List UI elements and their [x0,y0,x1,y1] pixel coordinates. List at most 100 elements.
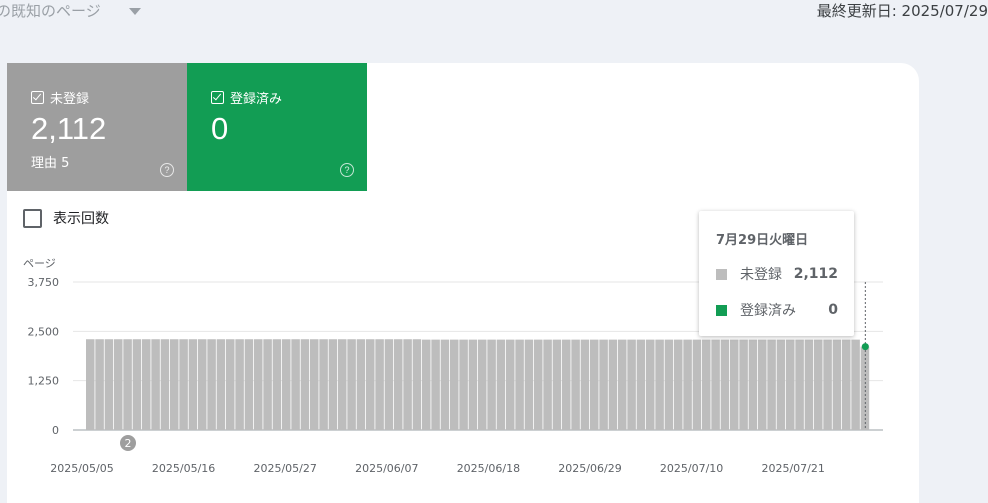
chart-bar [263,339,272,430]
chart-bar [655,339,664,430]
y-tick-label: 2,500 [28,325,60,338]
chart-bar [160,339,170,430]
chart-bar [599,339,608,430]
chart-bar [795,339,804,430]
chart-bar [338,339,347,430]
chart-bar [272,339,282,430]
chart-bar [95,339,104,430]
chart-bar [646,339,655,430]
chart-bar [170,339,179,430]
chart-bar [534,339,543,430]
chart-bar [459,339,468,430]
chart-bar [515,339,524,430]
chart-bar [403,339,412,430]
y-tick-label: 0 [52,424,59,437]
chart-tooltip: 7月29日火曜日 未登録 2,112 登録済み 0 [699,211,854,336]
chart-bar [179,339,188,430]
chart-bar [674,339,683,430]
chart-bar [142,339,151,430]
chart-bar [720,339,730,430]
chart-bar [562,339,571,430]
chart-bar [786,339,795,430]
chart-bar [440,339,450,430]
tooltip-label: 登録済み [740,303,796,319]
chart-bar [347,339,356,430]
y-tick-label: 3,750 [28,276,60,289]
chart-bar [384,339,394,430]
chart-bar [104,339,114,430]
coverage-card: 未登録 2,112 理由 5 ? 登録済み 0 ? 表示回数 ページ 0 1,250… [7,63,919,503]
chart-bar [543,339,552,430]
chart-bar [608,339,618,430]
y-tick-label: 1,250 [28,375,60,388]
chart-bar [366,339,375,430]
chart-bar [627,339,636,430]
chart-bar [244,339,254,430]
chart-bar [702,339,711,430]
chart-bar [496,339,506,430]
chart-bar [692,339,702,430]
chart-bar [422,339,431,430]
chart-bar [580,339,590,430]
tooltip-date: 7月29日火曜日 [716,233,809,248]
y-axis-label: ページ [23,257,56,270]
chart-bar [506,339,515,430]
chart-bar [842,339,851,430]
page-title[interactable]: の既知のページ [0,0,141,21]
last-updated: 最終更新日: 2025/07/29 [816,2,988,20]
chart-bar [188,339,198,430]
x-tick-label: 2025/05/05 [50,462,113,475]
chart-bar [730,339,739,430]
chart-bar [300,339,310,430]
x-tick-label: 2025/05/16 [152,462,215,475]
legend-swatch [716,304,727,316]
x-tick-label: 2025/07/10 [660,462,723,475]
chart-bar [450,339,459,430]
tooltip-value: 2,112 [793,266,838,282]
chart-bar [636,339,646,430]
chart-bar [683,339,692,430]
tooltip-row-unregistered: 未登録 2,112 [716,264,838,284]
chart-bar [412,339,422,430]
chart-bar [216,339,226,430]
chart-bar [851,339,860,430]
x-tick-label: 2025/07/21 [761,462,824,475]
chart-bar [664,339,674,430]
tooltip-label: 未登録 [740,267,782,283]
x-tick-label: 2025/06/18 [457,462,520,475]
chart-bar [254,339,263,430]
chart-bar [739,339,748,430]
chart-bar [226,339,235,430]
chart-bar [487,339,496,430]
chart-bar [114,339,123,430]
legend-swatch [716,268,727,280]
chart-bar [478,339,487,430]
chart-bar [431,339,440,430]
chart-bar [814,339,823,430]
tooltip-value: 0 [828,302,838,318]
chart-bar [132,339,142,430]
chart-bar [198,339,207,430]
chart-bar [767,339,776,430]
chart-bar [310,339,319,430]
chart-bar [468,339,478,430]
hover-dot [861,343,869,351]
chart-bar [776,339,786,430]
chart-bar [552,339,562,430]
chart-bar [151,339,160,430]
chart-bar [618,339,627,430]
chart-bar [711,339,720,430]
chart-bar [319,339,328,430]
annotation-label: 2 [125,437,132,450]
chart-bar [823,339,832,430]
chart-bar [235,339,244,430]
chart-bar [356,339,366,430]
chevron-down-icon[interactable] [128,8,141,15]
chart-bar [328,339,338,430]
chart-bar [758,339,767,430]
x-tick-label: 2025/06/29 [558,462,621,475]
chart-bar [291,339,300,430]
chart-bar [804,339,814,430]
page-title-text: の既知のページ [0,2,101,20]
chart-bar [590,339,599,430]
